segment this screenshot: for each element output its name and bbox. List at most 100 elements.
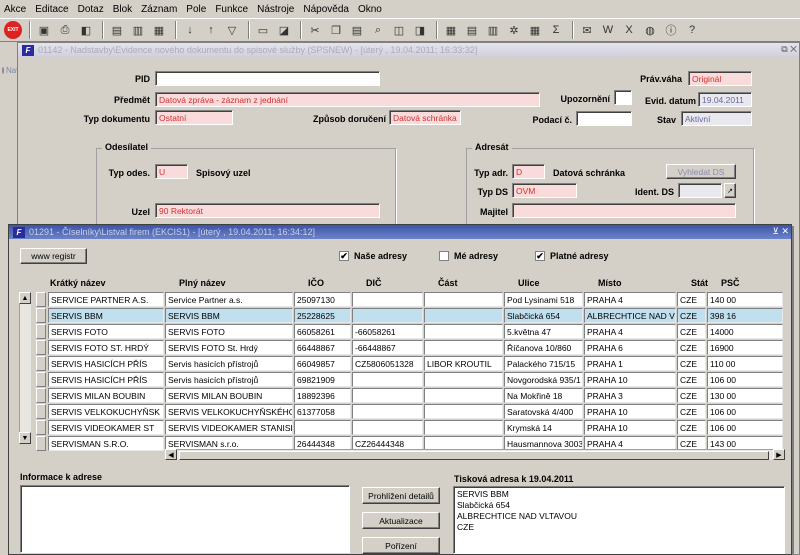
sort-asc-icon[interactable]: ↓ xyxy=(181,21,199,39)
table-cell[interactable]: 398 16 xyxy=(707,308,783,323)
table-row[interactable]: SERVIS VELKOKUCHYŇSK SERVIS VELKOKUCHYŇSK… xyxy=(0,404,800,420)
menu-item-9[interactable]: Okno xyxy=(358,4,382,15)
table-cell[interactable]: PRAHA 10 xyxy=(584,420,676,435)
table-cell[interactable]: ALBRECHTICE NAD VLT xyxy=(584,308,676,323)
scroll-thumb[interactable] xyxy=(179,451,769,460)
podaci-field[interactable] xyxy=(576,111,632,126)
table-cell[interactable] xyxy=(424,308,503,323)
table-cell[interactable]: Slabčická 654 xyxy=(504,308,583,323)
table-row[interactable]: SERVIS HASICÍCH PŘÍS Servis hasicích přís… xyxy=(0,372,800,388)
sum-icon[interactable]: Σ xyxy=(547,21,565,39)
table-cell[interactable]: 69821909 xyxy=(294,372,351,387)
table-cell[interactable] xyxy=(352,292,423,307)
row-selector[interactable] xyxy=(36,372,46,387)
table-cell[interactable] xyxy=(294,420,351,435)
checkbox-box[interactable]: ✔ xyxy=(339,251,349,261)
row-selector[interactable] xyxy=(36,356,46,371)
table-icon[interactable]: ▦ xyxy=(526,21,544,39)
menu-item-2[interactable]: Dotaz xyxy=(78,4,104,15)
table-cell[interactable]: 66058261 xyxy=(294,324,351,339)
column-header[interactable]: DIČ xyxy=(366,278,382,288)
table-cell[interactable]: PRAHA 4 xyxy=(584,292,676,307)
insert-icon[interactable]: ◫ xyxy=(390,21,408,39)
chart-icon[interactable]: ▥ xyxy=(484,21,502,39)
porizeni-button[interactable]: Pořízení xyxy=(362,537,440,554)
table-cell[interactable]: 110 00 xyxy=(707,356,783,371)
table-cell[interactable]: SERVIS FOTO xyxy=(48,324,164,339)
table-cell[interactable]: 16900 xyxy=(707,340,783,355)
table-cell[interactable]: 106 00 xyxy=(707,420,783,435)
menu-item-7[interactable]: Nástroje xyxy=(257,4,294,15)
table-cell[interactable]: SERVICE PARTNER A.S. xyxy=(48,292,164,307)
folder-new-icon[interactable]: ▥ xyxy=(129,21,147,39)
checkbox-box[interactable]: ✔ xyxy=(535,251,545,261)
table-row[interactable]: SERVIS MILAN BOUBIN SERVIS MILAN BOUBIN 18… xyxy=(0,388,800,404)
scroll-right-icon[interactable]: ▶ xyxy=(773,449,785,460)
table-cell[interactable] xyxy=(352,420,423,435)
table-cell[interactable]: Na Mokřině 18 xyxy=(504,388,583,403)
word-icon[interactable]: W xyxy=(599,21,617,39)
table-row[interactable]: SERVIS FOTO SERVIS FOTO 66058261 -66058261 5… xyxy=(0,324,800,340)
aktualizace-button[interactable]: Aktualizace xyxy=(362,512,440,529)
table-cell[interactable]: Novgorodská 935/1 xyxy=(504,372,583,387)
table-cell[interactable]: SERVIS FOTO St. Hrdý xyxy=(165,340,293,355)
evid-datum-field[interactable]: 19.04.2011 xyxy=(698,92,752,107)
window-controls[interactable]: ⊻ ✕ xyxy=(772,226,789,237)
column-header[interactable]: Stát xyxy=(691,278,708,288)
row-selector[interactable] xyxy=(36,324,46,339)
row-selector[interactable] xyxy=(36,436,46,451)
table-cell[interactable] xyxy=(424,292,503,307)
me-adresy-checkbox[interactable]: Mé adresy xyxy=(439,251,498,261)
folder-open-icon[interactable]: ▤ xyxy=(108,21,126,39)
table-cell[interactable]: Říčanova 10/860 xyxy=(504,340,583,355)
ident-ds-field[interactable] xyxy=(678,183,722,198)
table-cell[interactable]: PRAHA 3 xyxy=(584,388,676,403)
folder-delete-icon[interactable]: ▦ xyxy=(150,21,168,39)
checkbox-box[interactable] xyxy=(439,251,449,261)
table-cell[interactable]: PRAHA 4 xyxy=(584,324,676,339)
table-cell[interactable]: CZE xyxy=(677,308,706,323)
menu-item-6[interactable]: Funkce xyxy=(215,4,248,15)
menu-item-8[interactable]: Nápověda xyxy=(303,4,349,15)
typ-odes-field[interactable]: U xyxy=(155,164,188,179)
cut-icon[interactable]: ✂ xyxy=(306,21,324,39)
table-cell[interactable]: -66058261 xyxy=(352,324,423,339)
table-cell[interactable] xyxy=(352,404,423,419)
stav-field[interactable]: Aktivní xyxy=(681,111,752,126)
upozorneni-field[interactable] xyxy=(614,90,632,105)
table-cell[interactable]: Service Partner a.s. xyxy=(165,292,293,307)
table-cell[interactable]: -66448867 xyxy=(352,340,423,355)
table-cell[interactable]: SERVIS HASICÍCH PŘÍS xyxy=(48,356,164,371)
filter-icon[interactable]: ▽ xyxy=(223,21,241,39)
table-cell[interactable]: CZE xyxy=(677,372,706,387)
table-cell[interactable]: CZE xyxy=(677,324,706,339)
copy-icon[interactable]: ❐ xyxy=(327,21,345,39)
column-header[interactable]: Ulice xyxy=(518,278,540,288)
sort-desc-icon[interactable]: ↑ xyxy=(202,21,220,39)
informace-textarea[interactable] xyxy=(20,485,350,553)
table-cell[interactable] xyxy=(424,388,503,403)
table-cell[interactable]: SERVIS VELKOKUCHYŇSKÉHO xyxy=(165,404,293,419)
www-registr-button[interactable]: www registr xyxy=(20,248,87,264)
attach-icon[interactable]: ◪ xyxy=(275,21,293,39)
column-header[interactable]: IČO xyxy=(308,278,324,288)
delete-icon[interactable]: ◨ xyxy=(411,21,429,39)
table-cell[interactable]: CZE xyxy=(677,356,706,371)
column-header[interactable]: Plný název xyxy=(179,278,226,288)
table-cell[interactable]: Pod Lysinami 518 xyxy=(504,292,583,307)
column-header[interactable]: Místo xyxy=(598,278,622,288)
table-cell[interactable]: PRAHA 6 xyxy=(584,340,676,355)
table-cell[interactable]: CZE xyxy=(677,420,706,435)
table-row[interactable]: SERVIS VIDEOKAMER ST SERVIS VIDEOKAMER ST… xyxy=(0,420,800,436)
table-cell[interactable]: CZE xyxy=(677,340,706,355)
table-cell[interactable]: SERVIS MILAN BOUBIN xyxy=(165,388,293,403)
column-header[interactable]: Část xyxy=(438,278,458,288)
scroll-up-icon[interactable]: ▲ xyxy=(19,292,31,304)
calculator-icon[interactable]: ▦ xyxy=(442,21,460,39)
table-cell[interactable]: 66049857 xyxy=(294,356,351,371)
table-cell[interactable] xyxy=(424,404,503,419)
table-cell[interactable]: 106 00 xyxy=(707,404,783,419)
table-cell[interactable]: 106 00 xyxy=(707,372,783,387)
report-icon[interactable]: ▤ xyxy=(463,21,481,39)
table-cell[interactable]: PRAHA 10 xyxy=(584,404,676,419)
